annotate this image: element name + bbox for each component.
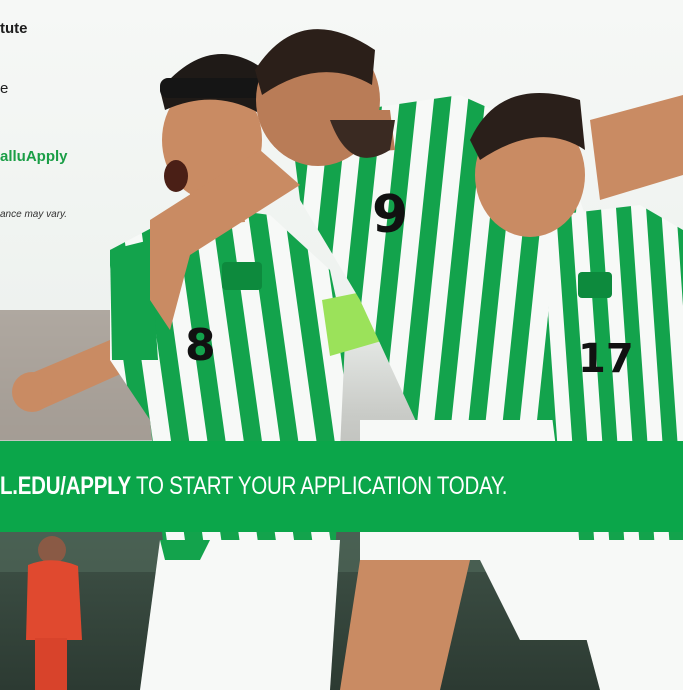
svg-text:17: 17	[578, 336, 634, 382]
soccer-players-photo: 8 9 17	[0, 0, 683, 690]
cta-banner: L.EDU/APPLY TO START YOUR APPLICATION TO…	[0, 441, 683, 532]
svg-text:9: 9	[372, 185, 408, 245]
body-text-fragment: e	[0, 80, 9, 97]
disclaimer-fragment: ance may vary.	[0, 209, 68, 220]
headline-fragment: tute	[0, 20, 28, 37]
cta-url[interactable]: L.EDU/APPLY	[0, 472, 131, 500]
svg-text:8: 8	[185, 320, 216, 371]
cta-text[interactable]: L.EDU/APPLY TO START YOUR APPLICATION TO…	[0, 472, 507, 501]
hashtag-fragment: alluApply	[0, 148, 68, 165]
promo-image: 8 9 17 tute e alluApply ance may vary. L…	[0, 0, 683, 690]
cta-message: TO START YOUR APPLICATION TODAY.	[130, 472, 508, 500]
